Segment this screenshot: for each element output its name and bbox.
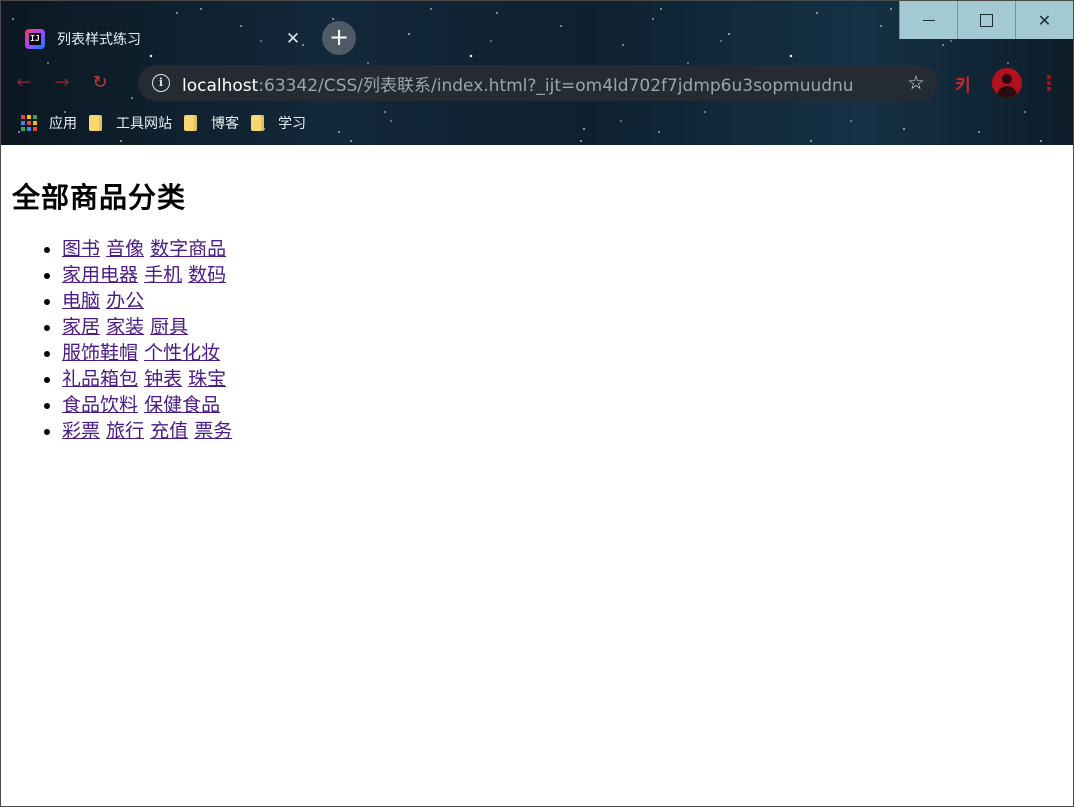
- bookmark-item[interactable]: 工具网站: [89, 113, 172, 133]
- minimize-button[interactable]: [899, 1, 957, 39]
- list-item: 家用电器 手机 数码: [62, 262, 232, 288]
- category-link[interactable]: 家装: [106, 316, 144, 338]
- bookmark-label: 应用: [49, 116, 77, 132]
- browser-toolbar: ← → ↻ i localhost:63342/CSS/列表联系/index.h…: [1, 63, 1073, 103]
- folder-icon: [251, 115, 264, 131]
- list-item: 家居 家装 厨具: [62, 314, 232, 340]
- bookmark-label: 学习: [278, 116, 306, 132]
- folder-icon: [184, 115, 197, 131]
- profile-avatar-icon[interactable]: [992, 68, 1022, 98]
- category-link[interactable]: 数字商品: [150, 238, 226, 260]
- category-link[interactable]: 手机: [144, 264, 182, 286]
- category-link[interactable]: 家居: [62, 316, 100, 338]
- browser-window: IJ 列表样式练习 ✕ + ✕ ← → ↻ i localhost:63342/…: [0, 0, 1074, 807]
- reload-button[interactable]: ↻: [85, 68, 115, 98]
- minimize-icon: [922, 19, 935, 21]
- category-link[interactable]: 办公: [106, 290, 144, 312]
- maximize-icon: [980, 13, 993, 27]
- url-host: localhost: [182, 75, 259, 96]
- category-link[interactable]: 图书: [62, 238, 100, 260]
- bookmark-item[interactable]: 应用: [21, 113, 77, 133]
- url-text[interactable]: localhost:63342/CSS/列表联系/index.html?_ijt…: [182, 71, 906, 96]
- page-content: 全部商品分类 图书 音像 数字商品家用电器 手机 数码电脑 办公家居 家装 厨具…: [1, 146, 1073, 806]
- tab-close-icon[interactable]: ✕: [283, 29, 303, 49]
- bookmark-item[interactable]: 学习: [251, 113, 306, 133]
- category-link[interactable]: 个性化妆: [144, 342, 220, 364]
- category-link[interactable]: 充值: [150, 420, 188, 442]
- new-tab-button[interactable]: +: [322, 21, 356, 55]
- tab-title: 列表样式练习: [57, 32, 141, 48]
- category-link[interactable]: 音像: [106, 238, 144, 260]
- bookmark-label: 博客: [211, 116, 239, 132]
- apps-icon: [21, 115, 37, 131]
- tab-list-style-practice[interactable]: IJ 列表样式练习 ✕: [11, 17, 311, 61]
- list-item: 电脑 办公: [62, 288, 232, 314]
- category-link[interactable]: 旅行: [106, 420, 144, 442]
- category-link[interactable]: 服饰鞋帽: [62, 342, 138, 364]
- bookmark-item[interactable]: 博客: [184, 113, 239, 133]
- category-link[interactable]: 电脑: [62, 290, 100, 312]
- maximize-button[interactable]: [957, 1, 1015, 39]
- address-bar[interactable]: i localhost:63342/CSS/列表联系/index.html?_i…: [138, 65, 938, 101]
- category-link[interactable]: 钟表: [144, 368, 182, 390]
- list-item: 食品饮料 保健食品: [62, 392, 232, 418]
- close-window-button[interactable]: ✕: [1015, 1, 1073, 39]
- bookmarks-bar: 应用 工具网站 博客 学习: [1, 109, 1073, 137]
- category-link[interactable]: 彩票: [62, 420, 100, 442]
- site-info-icon[interactable]: i: [152, 74, 170, 92]
- category-list: 图书 音像 数字商品家用电器 手机 数码电脑 办公家居 家装 厨具服饰鞋帽 个性…: [34, 236, 232, 444]
- category-link[interactable]: 珠宝: [188, 368, 226, 390]
- category-link[interactable]: 数码: [188, 264, 226, 286]
- category-link[interactable]: 保健食品: [144, 394, 220, 416]
- folder-icon: [89, 115, 102, 131]
- browser-menu-icon[interactable]: ⋮: [1039, 69, 1059, 97]
- list-item: 图书 音像 数字商品: [62, 236, 232, 262]
- url-path: :63342/CSS/列表联系/index.html?_ijt=om4ld702…: [258, 75, 854, 96]
- list-item: 彩票 旅行 充值 票务: [62, 418, 232, 444]
- category-link[interactable]: 礼品箱包: [62, 368, 138, 390]
- intellij-favicon-icon: IJ: [25, 29, 45, 49]
- bookmark-star-icon[interactable]: ☆: [906, 72, 926, 94]
- window-controls: ✕: [899, 1, 1073, 39]
- list-item: 服饰鞋帽 个性化妆: [62, 340, 232, 366]
- category-link[interactable]: 厨具: [150, 316, 188, 338]
- extension-icon[interactable]: 키: [955, 71, 971, 96]
- list-item: 礼品箱包 钟表 珠宝: [62, 366, 232, 392]
- page-title: 全部商品分类: [12, 181, 187, 214]
- category-link[interactable]: 食品饮料: [62, 394, 138, 416]
- forward-button[interactable]: →: [47, 68, 77, 98]
- back-button[interactable]: ←: [9, 68, 39, 98]
- bookmark-label: 工具网站: [116, 116, 172, 132]
- browser-chrome: IJ 列表样式练习 ✕ + ✕ ← → ↻ i localhost:63342/…: [1, 1, 1073, 145]
- category-link[interactable]: 家用电器: [62, 264, 138, 286]
- category-link[interactable]: 票务: [194, 420, 232, 442]
